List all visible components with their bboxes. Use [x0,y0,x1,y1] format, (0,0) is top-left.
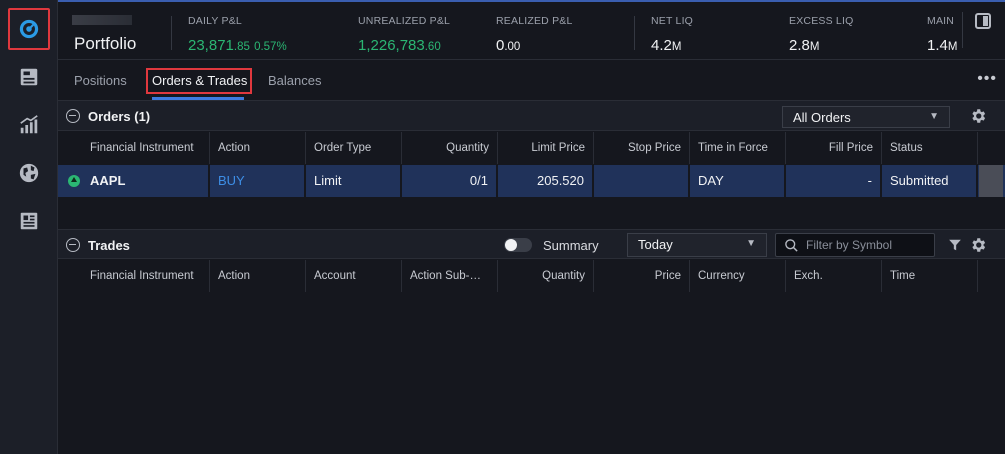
up-arrow-icon [68,175,80,187]
panel-toggle-icon[interactable] [975,13,991,29]
quote-card-icon [20,68,38,86]
account-id-redacted [72,15,132,25]
trades-period-value: Today [638,237,673,252]
quantity-cell: 0/1 [402,165,498,197]
column-header[interactable]: Quantity [498,260,594,292]
symbol-filter-input[interactable] [806,236,926,254]
metric-value: 1,226,783.60 [358,37,441,54]
metric-value: 4.2M [651,37,682,54]
excess-liq-metric: EXCESS LIQ 2.8M [789,15,853,54]
metric-label: UNREALIZED P&L [358,15,451,27]
fill-price-cell: - [786,165,882,197]
trades-settings-gear-icon[interactable] [969,236,987,254]
watchlist-nav-button[interactable] [10,58,48,96]
portfolio-nav-button[interactable] [8,8,50,50]
summary-toggle[interactable] [504,238,532,252]
portfolio-header: Portfolio DAILY P&L 23,871.85 0.57% UNRE… [58,2,1005,60]
globe-icon [19,163,39,183]
trades-title: Trades [88,238,130,253]
column-header[interactable]: Financial Instrument [82,132,210,164]
tab-orders-trades[interactable]: Orders & Trades [152,73,247,88]
column-header[interactable]: Action [210,260,306,292]
portfolio-gauge-icon [19,19,39,39]
metric-label: EXCESS LIQ [789,15,854,27]
header-divider [634,16,635,50]
column-header[interactable]: Exch. [786,260,882,292]
metric-label: DAILY P&L [188,15,242,27]
orders-title: Orders (1) [88,109,151,124]
search-icon [785,239,798,252]
header-divider [171,16,172,50]
maintenance-metric: MAIN 1.4M [927,15,957,54]
net-liq-metric: NET LIQ 4.2M [651,15,693,54]
orders-column-header: Financial Instrument Action Order Type Q… [58,132,1005,164]
column-header[interactable]: Account [306,260,402,292]
charts-nav-button[interactable] [10,106,48,144]
trades-section-header: Trades Summary Today ▼ [58,229,1005,259]
symbol-filter-field[interactable] [775,233,935,257]
scrollbar[interactable] [979,165,1003,197]
page-title: Portfolio [74,34,137,53]
realized-pnl-metric: REALIZED P&L 0.00 [496,15,573,54]
news-nav-button[interactable] [10,202,48,240]
table-row[interactable]: AAPL BUY Limit 0/1 205.520 DAY - Submitt… [58,165,1005,197]
column-header[interactable]: Action Sub-… [402,260,498,292]
unrealized-pnl-metric: UNREALIZED P&L 1,226,783.60 [358,15,450,54]
metric-label: MAIN [927,15,955,27]
tab-bar: Positions Orders & Trades Balances ••• [58,60,1005,101]
orders-filter-select[interactable]: All Orders ▼ [782,106,950,128]
column-header[interactable]: Time in Force [690,132,786,164]
metric-value: 1.4M [927,37,957,54]
metric-label: REALIZED P&L [496,15,573,27]
active-tab-indicator [152,97,244,100]
tab-balances[interactable]: Balances [268,73,321,88]
column-header[interactable]: Fill Price [786,132,882,164]
column-header[interactable]: Order Type [306,132,402,164]
newspaper-icon [20,212,38,230]
markets-nav-button[interactable] [10,154,48,192]
column-header[interactable]: Quantity [402,132,498,164]
summary-label: Summary [543,238,599,253]
orders-settings-gear-icon[interactable] [969,107,987,125]
instrument-cell: AAPL [82,165,210,197]
daily-pnl-metric: DAILY P&L 23,871.85 0.57% [188,15,287,54]
metric-label: NET LIQ [651,15,694,27]
action-cell: BUY [210,165,306,197]
orders-filter-value: All Orders [793,110,851,125]
header-divider [962,12,963,48]
collapse-icon[interactable] [66,109,80,123]
metric-value: 2.8M [789,37,820,54]
column-header[interactable]: Limit Price [498,132,594,164]
sidebar [0,0,58,454]
order-type-cell: Limit [306,165,402,197]
collapse-icon[interactable] [66,238,80,252]
column-header[interactable]: Status [882,132,978,164]
metric-value: 23,871.85 0.57% [188,37,287,54]
column-header[interactable]: Action [210,132,306,164]
status-cell: Submitted [882,165,978,197]
chevron-down-icon: ▼ [746,238,756,249]
column-header[interactable]: Price [594,260,690,292]
column-header[interactable]: Financial Instrument [82,260,210,292]
orders-section-header: Orders (1) All Orders ▼ [58,101,1005,131]
chevron-down-icon: ▼ [929,111,939,122]
metric-value: 0.00 [496,37,521,54]
column-header[interactable]: Currency [690,260,786,292]
stop-price-cell [594,165,690,197]
bar-chart-icon [20,115,38,134]
trades-period-select[interactable]: Today ▼ [627,233,767,257]
time-in-force-cell: DAY [690,165,786,197]
filter-funnel-icon[interactable] [948,238,962,252]
more-options-icon[interactable]: ••• [977,70,997,88]
limit-price-cell: 205.520 [498,165,594,197]
column-header[interactable]: Time [882,260,978,292]
tab-positions[interactable]: Positions [74,73,127,88]
column-header[interactable]: Stop Price [594,132,690,164]
trades-column-header: Financial Instrument Action Account Acti… [58,260,1005,292]
